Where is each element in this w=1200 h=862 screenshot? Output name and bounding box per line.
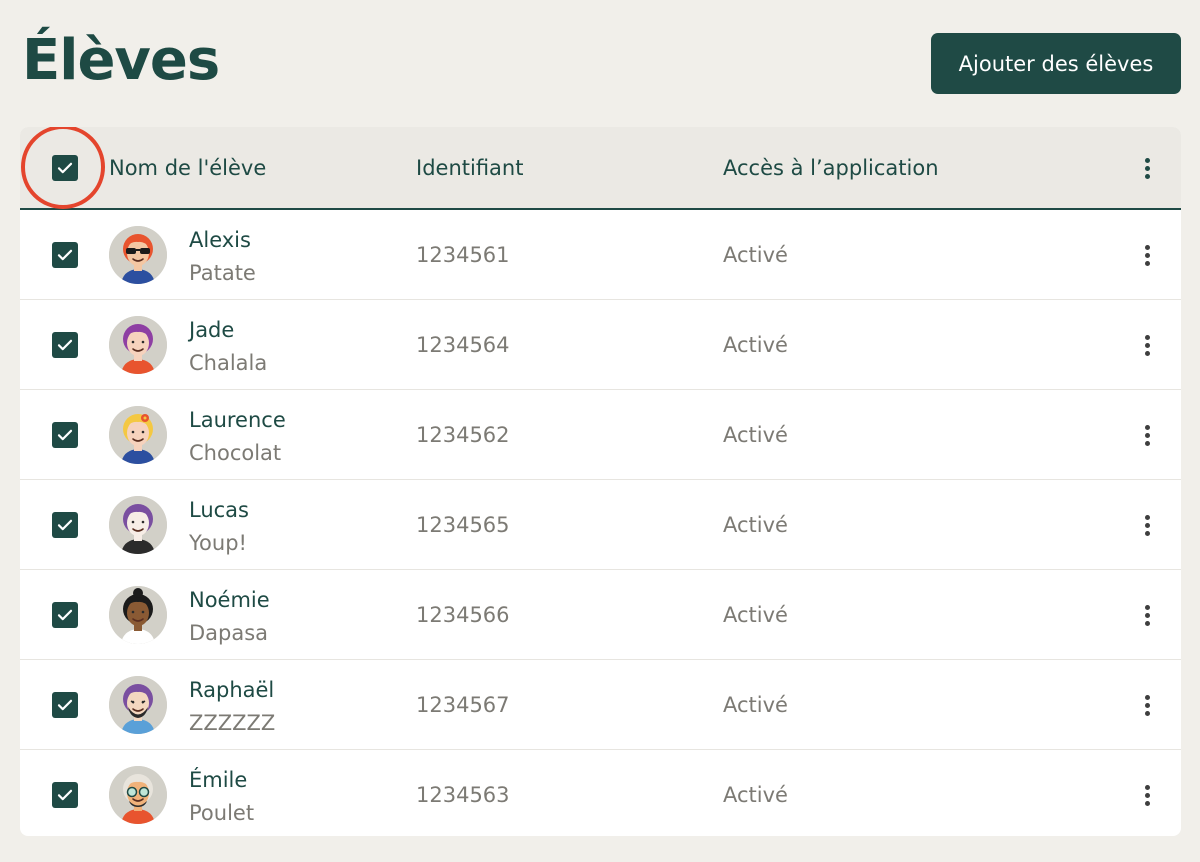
row-checkbox[interactable]	[52, 782, 78, 808]
header-identifier[interactable]: Identifiant	[416, 156, 523, 180]
check-icon	[57, 429, 73, 441]
student-name: Émile	[189, 768, 248, 792]
student-identifier: 1234562	[416, 423, 510, 447]
app-access-status: Activé	[723, 333, 788, 357]
student-avatar-icon	[109, 586, 167, 644]
student-name: Raphaël	[189, 678, 275, 702]
student-nickname: Chocolat	[189, 441, 282, 465]
avatar	[109, 766, 167, 824]
row-checkbox[interactable]	[52, 692, 78, 718]
student-nickname: Youp!	[189, 531, 247, 555]
avatar	[109, 586, 167, 644]
student-name: Laurence	[189, 408, 286, 432]
student-avatar-icon	[109, 496, 167, 554]
avatar	[109, 226, 167, 284]
row-checkbox[interactable]	[52, 512, 78, 538]
student-nickname: Dapasa	[189, 621, 269, 645]
header-kebab-menu-icon[interactable]	[1137, 153, 1157, 183]
app-access-status: Activé	[723, 693, 788, 717]
avatar	[109, 496, 167, 554]
students-table: Nom de l'élève Identifiant Accès à l’app…	[20, 127, 1181, 836]
student-avatar-icon	[109, 226, 167, 284]
table-row: Laurence Chocolat 1234562 Activé	[20, 390, 1181, 480]
header-name[interactable]: Nom de l'élève	[109, 156, 266, 180]
app-access-status: Activé	[723, 423, 788, 447]
student-nickname: Chalala	[189, 351, 268, 375]
app-access-status: Activé	[723, 603, 788, 627]
student-nickname: Poulet	[189, 801, 255, 825]
table-row: Raphaël ZZZZZZ 1234567 Activé	[20, 660, 1181, 750]
row-kebab-menu-icon[interactable]	[1137, 780, 1157, 810]
check-icon	[57, 162, 73, 174]
avatar	[109, 406, 167, 464]
table-header: Nom de l'élève Identifiant Accès à l’app…	[20, 127, 1181, 210]
row-kebab-menu-icon[interactable]	[1137, 510, 1157, 540]
row-checkbox[interactable]	[52, 422, 78, 448]
student-name: Jade	[189, 318, 235, 342]
app-access-status: Activé	[723, 243, 788, 267]
avatar	[109, 676, 167, 734]
avatar	[109, 316, 167, 374]
table-row: Émile Poulet 1234563 Activé	[20, 750, 1181, 836]
student-identifier: 1234566	[416, 603, 510, 627]
header-access[interactable]: Accès à l’application	[723, 156, 939, 180]
student-name: Lucas	[189, 498, 249, 522]
check-icon	[57, 519, 73, 531]
table-row: Lucas Youp! 1234565 Activé	[20, 480, 1181, 570]
row-checkbox[interactable]	[52, 602, 78, 628]
check-icon	[57, 699, 73, 711]
check-icon	[57, 249, 73, 261]
student-nickname: Patate	[189, 261, 256, 285]
add-students-button[interactable]: Ajouter des élèves	[931, 33, 1181, 94]
check-icon	[57, 339, 73, 351]
student-identifier: 1234567	[416, 693, 510, 717]
student-name: Noémie	[189, 588, 270, 612]
row-kebab-menu-icon[interactable]	[1137, 600, 1157, 630]
student-name: Alexis	[189, 228, 251, 252]
select-all-checkbox[interactable]	[52, 155, 78, 181]
row-kebab-menu-icon[interactable]	[1137, 420, 1157, 450]
student-identifier: 1234561	[416, 243, 510, 267]
student-avatar-icon	[109, 766, 167, 824]
row-kebab-menu-icon[interactable]	[1137, 240, 1157, 270]
student-avatar-icon	[109, 406, 167, 464]
check-icon	[57, 789, 73, 801]
page-title: Élèves	[22, 28, 220, 93]
row-checkbox[interactable]	[52, 332, 78, 358]
student-avatar-icon	[109, 316, 167, 374]
student-avatar-icon	[109, 676, 167, 734]
row-kebab-menu-icon[interactable]	[1137, 690, 1157, 720]
student-identifier: 1234564	[416, 333, 510, 357]
student-nickname: ZZZZZZ	[189, 711, 276, 735]
app-access-status: Activé	[723, 513, 788, 537]
student-identifier: 1234563	[416, 783, 510, 807]
app-access-status: Activé	[723, 783, 788, 807]
row-kebab-menu-icon[interactable]	[1137, 330, 1157, 360]
student-identifier: 1234565	[416, 513, 510, 537]
table-row: Alexis Patate 1234561 Activé	[20, 210, 1181, 300]
check-icon	[57, 609, 73, 621]
table-row: Jade Chalala 1234564 Activé	[20, 300, 1181, 390]
table-row: Noémie Dapasa 1234566 Activé	[20, 570, 1181, 660]
row-checkbox[interactable]	[52, 242, 78, 268]
